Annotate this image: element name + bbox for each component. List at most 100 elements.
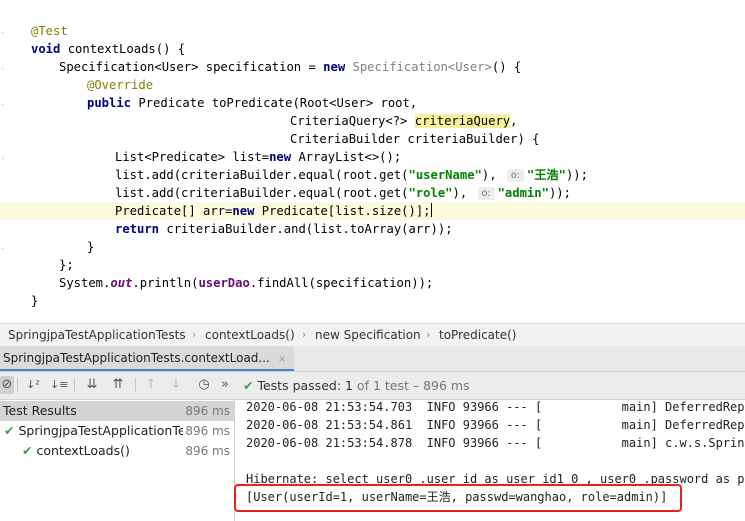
run-tab-bar: SpringjpaTestApplicationTests.contextLoa… [0, 346, 745, 372]
keyword: return [115, 222, 160, 236]
code-text: .findAll(specification)); [249, 276, 434, 290]
highlight-box [234, 484, 682, 512]
keyword: public [87, 96, 132, 110]
status-label: Tests passed: [257, 378, 345, 393]
tree-method-row[interactable]: ✔ contextLoads() 896 ms [0, 441, 234, 461]
run-tab[interactable]: SpringjpaTestApplicationTests.contextLoa… [0, 346, 295, 371]
code-text: Specification<User> specification = [59, 60, 324, 74]
test-status: ✔ Tests passed: 1 of 1 test – 896 ms [243, 372, 470, 399]
run-tab-label: SpringjpaTestApplicationTests.contextLoa… [3, 351, 270, 365]
next-failed-icon[interactable]: ↓ [168, 376, 184, 394]
code-text: , [510, 114, 518, 128]
console-line: 2020-06-08 21:53:54.878 INFO 93966 --- [… [246, 436, 745, 450]
code-line: void contextLoads() { [0, 40, 745, 58]
sort-alphabetically-icon[interactable]: ↓² [24, 376, 42, 394]
code-text: ), [452, 186, 475, 200]
static-field: out [110, 276, 133, 290]
text-caret [430, 203, 432, 217]
code-line: }; [0, 256, 745, 274]
code-text: ), [481, 168, 504, 182]
keyword: void [31, 42, 61, 56]
keyword: new [323, 60, 346, 74]
test-results-tree: Test Results 896 ms ✔ SpringjpaTestApplic… [0, 400, 235, 521]
collapse-all-icon[interactable]: ⇈ [109, 376, 127, 394]
string-literal: "userName" [408, 168, 482, 182]
tree-method-label: contextLoads() [36, 443, 130, 458]
code-text: )); [548, 186, 571, 200]
tree-root-label: Test Results [3, 403, 77, 418]
previous-failed-icon[interactable]: ↑ [143, 376, 159, 394]
code-text: Predicate toPredicate(Root<User> root, [131, 96, 418, 110]
annotation-override: @Override [87, 78, 154, 92]
code-text: } [31, 294, 39, 308]
string-literal: "admin" [497, 186, 549, 200]
code-text: list.add(criteriaBuilder.equal(root.get( [115, 186, 409, 200]
code-text: List<Predicate> list= [115, 150, 270, 164]
passed-check-icon: ✔ [243, 378, 254, 393]
status-summary: of 1 test – 896 ms [352, 378, 470, 393]
keyword: new [269, 150, 292, 164]
breadcrumb-item-anon-class[interactable]: new Specification [315, 324, 421, 346]
tree-class-row[interactable]: ✔ SpringjpaTestApplicationTe 896 ms [0, 421, 234, 441]
test-runner-toolbar: ⊘ ↓² ↓≡ ⇊ ⇈ ↑ ↓ ◷ » ✔ Tests passed: 1 of… [0, 372, 745, 400]
code-line: list.add(criteriaBuilder.equal(root.get(… [0, 184, 745, 202]
code-line: @Test [0, 22, 745, 40]
tree-class-label: SpringjpaTestApplicationTe [18, 423, 186, 438]
close-icon[interactable]: × [278, 354, 286, 365]
code-text: }; [59, 258, 74, 272]
keyword: new [232, 204, 255, 218]
annotation-test: @Test [31, 24, 68, 38]
code-editor[interactable]: - - - - - @Test void contextLoads() { Sp… [0, 0, 745, 322]
breadcrumb-separator: › [426, 328, 431, 341]
breadcrumb-item-method[interactable]: contextLoads() [205, 324, 295, 346]
code-text: criteriaBuilder.and(list.toArray(arr)); [159, 222, 453, 236]
code-line: } [0, 292, 745, 310]
code-text: )); [565, 168, 588, 182]
code-line: public Predicate toPredicate(Root<User> … [0, 94, 745, 112]
code-line: Specification<User> specification = new … [0, 58, 745, 76]
highlighted-parameter: criteriaQuery [414, 114, 511, 128]
code-line: } [0, 238, 745, 256]
code-text: ArrayList<>(); [291, 150, 402, 164]
method-signature: contextLoads() { [60, 42, 186, 56]
status-passed-count: 1 [345, 378, 353, 393]
expand-all-icon[interactable]: ⇊ [83, 376, 101, 394]
code-line: list.add(criteriaBuilder.equal(root.get(… [0, 166, 745, 184]
parameter-hint: o: [506, 169, 524, 182]
breadcrumb-separator: › [302, 328, 307, 341]
test-history-icon[interactable]: ◷ [195, 376, 213, 394]
code-text: System. [59, 276, 111, 290]
parameter-hint: o: [477, 187, 495, 200]
tree-time: 896 ms [183, 421, 230, 441]
code-text: () { [491, 60, 522, 74]
code-line: System.out.println(userDao.findAll(speci… [0, 274, 745, 292]
more-actions-icon[interactable]: » [219, 376, 231, 394]
code-text: } [87, 240, 95, 254]
console-line: 2020-06-08 21:53:54.861 INFO 93966 --- [… [246, 418, 745, 432]
breadcrumb-separator: › [192, 328, 197, 341]
sort-by-duration-icon[interactable]: ↓≡ [50, 376, 68, 394]
instance-field: userDao [198, 276, 250, 290]
stop-icon[interactable]: ⊘ [0, 376, 14, 394]
code-line-current: Predicate[] arr=new Predicate[list.size(… [0, 202, 745, 220]
code-text: Specification<User> [345, 60, 492, 74]
code-text: list.add(criteriaBuilder.equal(root.get( [115, 168, 409, 182]
tree-root-row[interactable]: Test Results 896 ms [0, 401, 234, 421]
code-line: return criteriaBuilder.and(list.toArray(… [0, 220, 745, 238]
breadcrumb: SpringjpaTestApplicationTests › contextL… [0, 323, 745, 347]
code-line: CriteriaBuilder criteriaBuilder) { [0, 130, 745, 148]
code-line: List<Predicate> list=new ArrayList<>(); [0, 148, 745, 166]
code-text: Predicate[list.size()]; [254, 204, 431, 218]
passed-check-icon: ✔ [22, 443, 33, 458]
code-line: @Override [0, 76, 745, 94]
passed-check-icon: ✔ [4, 423, 15, 438]
console-line: 2020-06-08 21:53:54.703 INFO 93966 --- [… [246, 400, 745, 414]
toolbar-separator [17, 378, 18, 392]
code-text: Predicate[] arr= [115, 204, 233, 218]
code-text: .println( [132, 276, 199, 290]
breadcrumb-item-class[interactable]: SpringjpaTestApplicationTests [8, 324, 186, 346]
breadcrumb-item-predicate[interactable]: toPredicate() [439, 324, 516, 346]
code-text: CriteriaQuery<?> [290, 114, 415, 128]
toolbar-separator [135, 378, 136, 392]
string-literal: "role" [408, 186, 453, 200]
